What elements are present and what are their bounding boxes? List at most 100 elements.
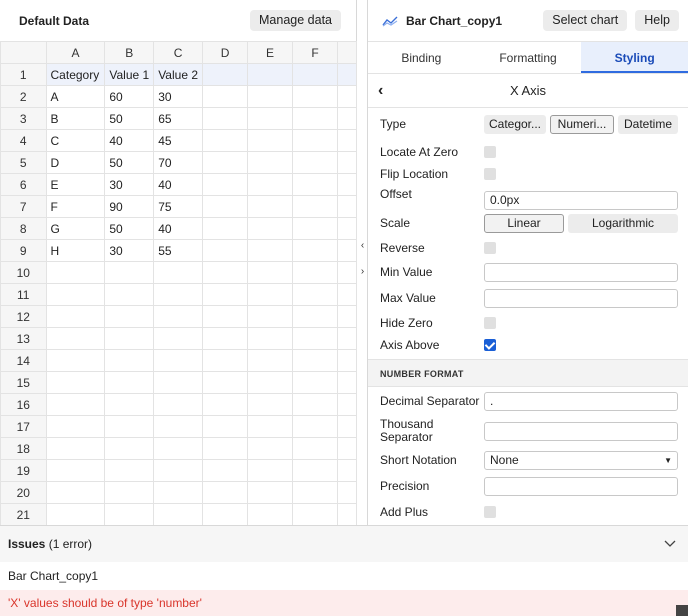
column-header[interactable]: A	[45, 41, 106, 64]
table-cell[interactable]	[247, 305, 294, 328]
max-value-input[interactable]	[484, 289, 678, 308]
table-cell[interactable]: Value 2	[153, 63, 203, 86]
table-cell[interactable]	[104, 283, 155, 306]
expand-right-icon[interactable]: ›	[358, 266, 367, 277]
table-cell[interactable]	[201, 217, 249, 240]
table-cell[interactable]	[292, 371, 338, 394]
table-cell[interactable]: 40	[153, 173, 203, 196]
table-cell[interactable]	[104, 305, 155, 328]
table-cell[interactable]	[247, 217, 294, 240]
thousand-separator-input[interactable]	[484, 421, 678, 441]
precision-input[interactable]	[484, 476, 678, 496]
type-option-numeric[interactable]: Numeri...	[550, 115, 614, 134]
table-cell[interactable]	[104, 371, 155, 394]
table-cell[interactable]	[247, 151, 294, 174]
table-cell[interactable]	[45, 349, 106, 372]
row-header[interactable]: 9	[0, 239, 47, 262]
table-cell[interactable]: 50	[104, 151, 155, 174]
table-cell[interactable]: Category	[45, 63, 106, 86]
table-cell[interactable]	[45, 327, 106, 350]
table-cell[interactable]	[201, 327, 249, 350]
table-cell[interactable]	[201, 239, 249, 262]
row-header[interactable]: 4	[0, 129, 47, 152]
resize-handle-icon[interactable]	[676, 605, 688, 616]
reverse-checkbox[interactable]	[484, 242, 496, 254]
table-cell[interactable]	[247, 85, 294, 108]
table-cell[interactable]	[153, 437, 203, 460]
table-cell[interactable]	[201, 305, 249, 328]
table-cell[interactable]	[201, 283, 249, 306]
table-cell[interactable]	[247, 63, 294, 86]
table-cell[interactable]	[153, 261, 203, 284]
table-cell[interactable]	[201, 129, 249, 152]
table-cell[interactable]: B	[45, 107, 106, 130]
column-header[interactable]: D	[201, 41, 249, 64]
table-cell[interactable]	[45, 503, 106, 525]
table-cell[interactable]: 60	[104, 85, 155, 108]
table-cell[interactable]	[292, 327, 338, 350]
table-cell[interactable]	[247, 261, 294, 284]
table-cell[interactable]: 75	[153, 195, 203, 218]
table-cell[interactable]	[201, 151, 249, 174]
table-cell[interactable]	[153, 283, 203, 306]
min-value-input[interactable]	[484, 262, 678, 282]
table-cell[interactable]	[201, 481, 249, 504]
table-cell[interactable]	[45, 459, 106, 482]
tab-styling[interactable]: Styling	[581, 42, 688, 73]
table-cell[interactable]	[247, 327, 294, 350]
table-cell[interactable]	[201, 459, 249, 482]
table-cell[interactable]	[201, 85, 249, 108]
hide-zero-checkbox[interactable]	[484, 317, 496, 329]
table-cell[interactable]	[104, 459, 155, 482]
table-cell[interactable]: 55	[153, 239, 203, 262]
short-notation-select[interactable]: None ▼	[484, 450, 678, 470]
table-cell[interactable]	[292, 415, 338, 438]
row-header[interactable]: 15	[0, 371, 47, 394]
table-cell[interactable]	[45, 415, 106, 438]
row-header[interactable]: 6	[0, 173, 47, 196]
row-header[interactable]: 12	[0, 305, 47, 328]
row-header[interactable]: 20	[0, 481, 47, 504]
flip-location-checkbox[interactable]	[484, 168, 496, 180]
locate-at-zero-checkbox[interactable]	[484, 146, 496, 158]
column-header[interactable]: C	[153, 41, 203, 64]
table-cell[interactable]: 40	[104, 129, 155, 152]
table-cell[interactable]	[247, 437, 294, 460]
table-cell[interactable]	[292, 481, 338, 504]
table-cell[interactable]	[292, 239, 338, 262]
table-cell[interactable]: 50	[104, 107, 155, 130]
table-cell[interactable]: 90	[104, 195, 155, 218]
table-cell[interactable]	[292, 63, 338, 86]
table-cell[interactable]	[292, 85, 338, 108]
table-cell[interactable]	[292, 107, 338, 130]
table-cell[interactable]	[247, 129, 294, 152]
row-header[interactable]: 11	[0, 283, 47, 306]
table-cell[interactable]	[292, 151, 338, 174]
row-header[interactable]: 18	[0, 437, 47, 460]
table-cell[interactable]	[201, 173, 249, 196]
table-cell[interactable]	[201, 371, 249, 394]
table-cell[interactable]	[45, 261, 106, 284]
table-cell[interactable]	[247, 393, 294, 416]
table-cell[interactable]	[247, 503, 294, 525]
table-cell[interactable]	[45, 305, 106, 328]
table-cell[interactable]	[153, 481, 203, 504]
table-cell[interactable]	[104, 261, 155, 284]
table-cell[interactable]	[201, 107, 249, 130]
decimal-separator-input[interactable]: .	[484, 391, 678, 411]
table-cell[interactable]	[45, 393, 106, 416]
table-cell[interactable]	[153, 393, 203, 416]
table-cell[interactable]	[201, 437, 249, 460]
row-header[interactable]: 3	[0, 107, 47, 130]
tab-formatting[interactable]: Formatting	[475, 42, 582, 73]
type-option-datetime[interactable]: Datetime	[618, 115, 678, 134]
row-header[interactable]: 17	[0, 415, 47, 438]
table-cell[interactable]	[153, 459, 203, 482]
table-cell[interactable]	[292, 459, 338, 482]
issues-header[interactable]: Issues (1 error)	[0, 526, 688, 562]
table-cell[interactable]	[247, 415, 294, 438]
table-cell[interactable]: 45	[153, 129, 203, 152]
table-cell[interactable]	[247, 107, 294, 130]
table-cell[interactable]	[247, 283, 294, 306]
row-header[interactable]: 5	[0, 151, 47, 174]
